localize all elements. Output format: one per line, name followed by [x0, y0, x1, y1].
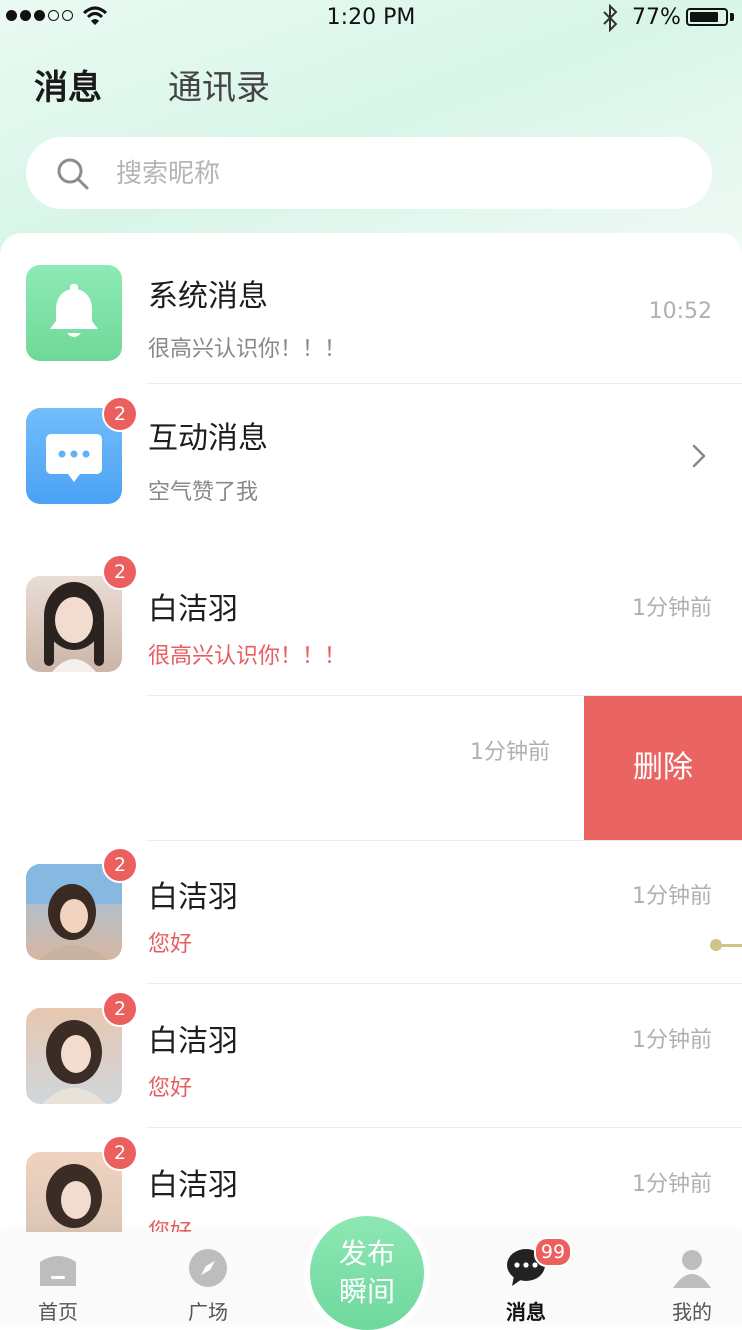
unread-badge: 2	[102, 554, 138, 590]
unread-badge: 2	[102, 396, 138, 432]
status-time: 1:20 PM	[326, 5, 416, 30]
tab-contacts[interactable]: 通讯录	[168, 60, 270, 109]
tab-label: 消息	[506, 1300, 546, 1324]
scroll-handle-line	[716, 944, 742, 947]
bluetooth-icon	[603, 4, 618, 32]
publish-label-line1: 发布	[338, 1237, 395, 1270]
list-item-contact[interactable]: 2 白洁羽 您好 1分钟前	[0, 984, 742, 1128]
tab-profile[interactable]: 我的	[632, 1232, 742, 1324]
list-item-contact[interactable]: 2 白洁羽 您好 1分钟前	[0, 840, 742, 984]
home-icon	[40, 1256, 76, 1286]
battery-tip	[730, 13, 734, 21]
conversation-preview: 空气赞了我	[148, 480, 259, 505]
search-icon	[57, 158, 89, 190]
delete-button[interactable]: 删除	[584, 696, 742, 840]
tab-label: 我的	[672, 1300, 712, 1324]
list-item-contact[interactable]: 2 白洁羽 很高兴认识你！！！ 1分钟前	[0, 552, 742, 696]
profile-icon	[673, 1250, 711, 1288]
conversation-preview: 您好	[148, 1220, 193, 1233]
conversation-time: 1分钟前	[632, 1028, 712, 1053]
tab-label: 广场	[188, 1300, 228, 1324]
compass-icon	[189, 1249, 227, 1287]
tab-home[interactable]: 首页	[0, 1232, 118, 1324]
avatar	[26, 576, 122, 672]
search-bar[interactable]	[26, 137, 712, 209]
avatar-photo	[44, 582, 104, 672]
publish-label-line2: 瞬间	[338, 1275, 395, 1308]
conversation-name: 系统消息	[148, 279, 268, 314]
conversation-time: 1分钟前	[470, 740, 550, 765]
conversation-name: 白洁羽	[148, 1168, 238, 1203]
conversation-name: 互动消息	[148, 421, 268, 456]
status-bar: 1:20 PM 77%	[0, 0, 742, 36]
conversation-time: 10:52	[648, 299, 712, 324]
system-message-avatar	[26, 265, 122, 361]
conversation-preview: 您好	[148, 1076, 193, 1101]
conversation-list: 系统消息 很高兴认识你！！！ 10:52 2 互动消息 空气赞了我 2 白洁羽 …	[0, 233, 742, 1233]
search-input[interactable]	[114, 151, 678, 197]
conversation-time: 1分钟前	[632, 1172, 712, 1197]
bell-icon	[50, 284, 98, 337]
battery-percent: 77%	[632, 5, 681, 30]
tab-messages[interactable]: 消息	[34, 60, 102, 109]
unread-badge: 2	[102, 991, 138, 1027]
battery-icon	[686, 8, 728, 26]
conversation-preview: 您好	[148, 932, 193, 957]
conversation-name: 白洁羽	[148, 592, 238, 627]
conversation-name: 白洁羽	[148, 880, 238, 915]
conversation-name: 白洁羽	[148, 1024, 238, 1059]
conversation-time: 1分钟前	[632, 884, 712, 909]
conversation-preview: 很高兴认识你！！！	[148, 644, 347, 669]
list-item-system-messages[interactable]: 系统消息 很高兴认识你！！！ 10:52	[0, 233, 742, 384]
message-tab-badge: 99	[534, 1237, 572, 1267]
publish-moment-button[interactable]: 发布 瞬间	[310, 1216, 424, 1330]
conversation-preview: 很高兴认识你！！！	[148, 337, 347, 362]
conversation-time: 1分钟前	[632, 596, 712, 621]
unread-badge: 2	[102, 1135, 138, 1171]
list-item-interaction-messages[interactable]: 2 互动消息 空气赞了我	[0, 384, 742, 527]
chevron-right-icon	[692, 444, 706, 468]
tab-label: 首页	[38, 1300, 78, 1324]
tab-square[interactable]: 广场	[148, 1232, 268, 1324]
unread-badge: 2	[102, 847, 138, 883]
